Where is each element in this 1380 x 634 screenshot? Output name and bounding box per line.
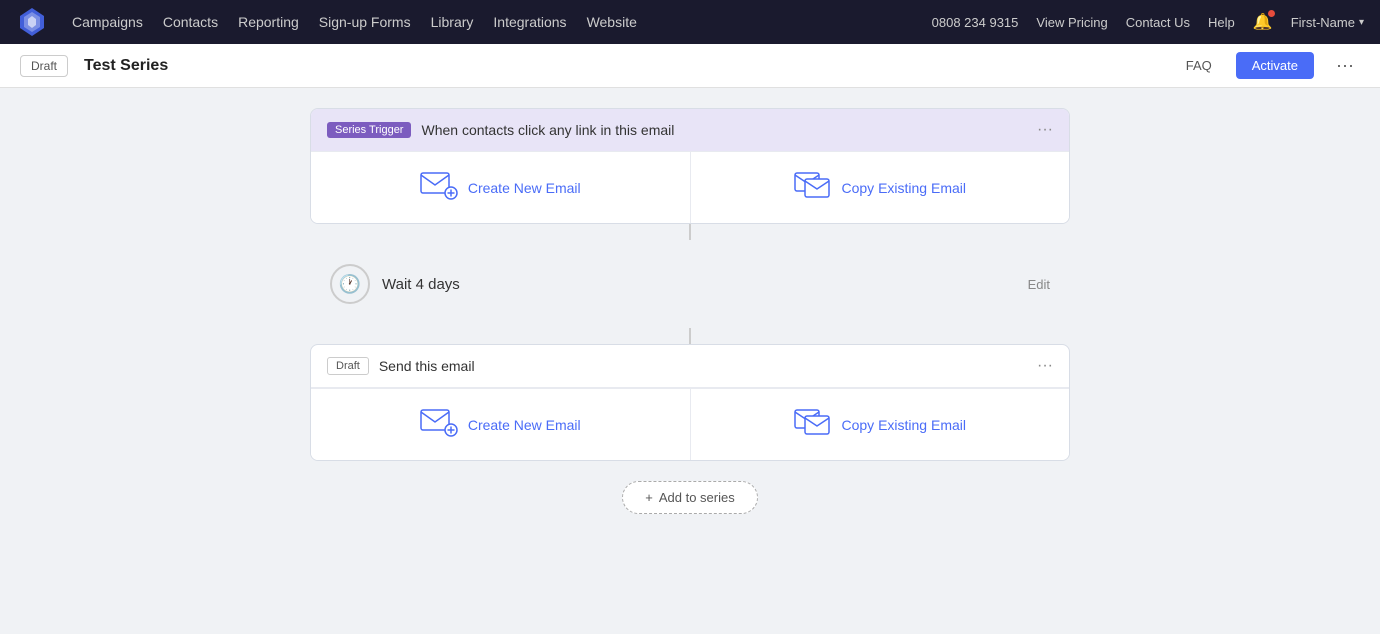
send-email-card: Draft Send this email ··· Create New Ema… [310, 344, 1070, 461]
help-link[interactable]: Help [1208, 15, 1235, 30]
copy-email-icon [794, 172, 832, 203]
trigger-badge: Series Trigger [327, 122, 411, 138]
trigger-create-email-button[interactable]: Create New Email [311, 152, 691, 223]
activate-button[interactable]: Activate [1236, 52, 1314, 79]
send-copy-email-button[interactable]: Copy Existing Email [691, 389, 1070, 460]
trigger-more-button[interactable]: ··· [1037, 121, 1053, 139]
trigger-copy-email-button[interactable]: Copy Existing Email [691, 152, 1070, 223]
logo[interactable] [16, 6, 48, 38]
nav-library[interactable]: Library [431, 14, 474, 30]
create-email-label: Create New Email [468, 180, 581, 196]
nav-website[interactable]: Website [587, 14, 637, 30]
send-draft-badge: Draft [327, 357, 369, 375]
nav-campaigns[interactable]: Campaigns [72, 14, 143, 30]
notifications-bell[interactable]: 🔔 [1253, 12, 1273, 32]
nav-signup-forms[interactable]: Sign-up Forms [319, 14, 411, 30]
wait-label: Wait 4 days [382, 276, 1016, 293]
faq-button[interactable]: FAQ [1178, 54, 1220, 77]
create-email-icon [420, 172, 458, 203]
send-create-email-button[interactable]: Create New Email [311, 389, 691, 460]
phone-number: 0808 234 9315 [932, 15, 1019, 30]
series-title: Test Series [84, 57, 1162, 75]
wait-card: 🕐 Wait 4 days Edit [310, 248, 1070, 320]
nav-integrations[interactable]: Integrations [493, 14, 566, 30]
send-card-actions: Create New Email Copy Existing Email [311, 388, 1069, 460]
view-pricing-link[interactable]: View Pricing [1036, 15, 1107, 30]
draft-badge: Draft [20, 55, 68, 77]
wait-clock-icon: 🕐 [330, 264, 370, 304]
add-to-series-button[interactable]: + Add to series [622, 481, 757, 514]
sub-navigation: Draft Test Series FAQ Activate ··· [0, 44, 1380, 88]
notification-dot [1268, 10, 1275, 17]
trigger-card-actions: Create New Email Copy Existing Email [311, 151, 1069, 223]
send-create-email-icon [420, 409, 458, 440]
subnav-more-button[interactable]: ··· [1330, 51, 1360, 80]
trigger-description: When contacts click any link in this ema… [421, 122, 1027, 138]
copy-email-label: Copy Existing Email [842, 180, 967, 196]
user-menu[interactable]: First-Name ▾ [1291, 15, 1364, 30]
trigger-card-header: Series Trigger When contacts click any l… [311, 109, 1069, 151]
connector-line-2 [689, 328, 691, 344]
send-more-button[interactable]: ··· [1037, 357, 1053, 375]
send-create-label: Create New Email [468, 417, 581, 433]
top-navigation: Campaigns Contacts Reporting Sign-up For… [0, 0, 1380, 44]
wait-edit-button[interactable]: Edit [1028, 277, 1050, 292]
send-copy-email-icon [794, 409, 832, 440]
send-copy-label: Copy Existing Email [842, 417, 967, 433]
connector-line-1 [689, 224, 691, 240]
plus-icon: + [645, 490, 653, 505]
nav-reporting[interactable]: Reporting [238, 14, 299, 30]
user-chevron-icon: ▾ [1359, 17, 1364, 28]
series-trigger-card: Series Trigger When contacts click any l… [310, 108, 1070, 224]
add-series-label: Add to series [659, 490, 735, 505]
nav-contacts[interactable]: Contacts [163, 14, 218, 30]
send-description: Send this email [379, 358, 1027, 374]
send-card-header: Draft Send this email ··· [311, 345, 1069, 388]
topnav-right: 0808 234 9315 View Pricing Contact Us He… [932, 12, 1364, 32]
main-content: Series Trigger When contacts click any l… [0, 88, 1380, 534]
contact-us-link[interactable]: Contact Us [1126, 15, 1190, 30]
user-name-label: First-Name [1291, 15, 1355, 30]
nav-links: Campaigns Contacts Reporting Sign-up For… [72, 14, 908, 30]
